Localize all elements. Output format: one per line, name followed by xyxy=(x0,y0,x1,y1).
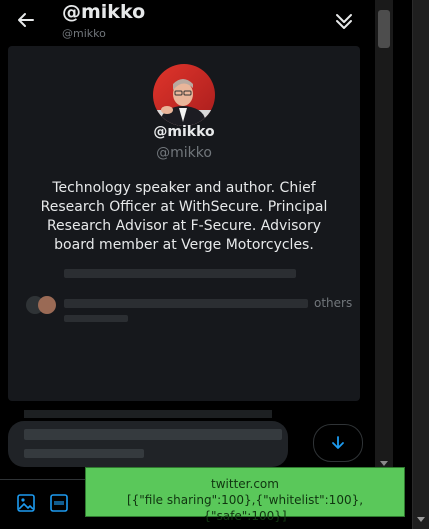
notification-host: twitter.com xyxy=(211,477,279,491)
profile-name[interactable]: @mikko xyxy=(8,124,360,140)
scrollbar-thumb[interactable] xyxy=(378,10,390,48)
follower-avatar xyxy=(38,296,56,314)
page-scroll-down-arrow-icon[interactable] xyxy=(417,517,425,522)
gif-icon[interactable] xyxy=(48,492,70,514)
collapse-panel-button[interactable] xyxy=(332,10,356,34)
page-scrollbar[interactable] xyxy=(412,0,429,529)
profile-handle: @mikko xyxy=(156,145,212,161)
redacted-draft-text xyxy=(24,429,282,440)
conversation-header: @mikko @mikko xyxy=(0,0,375,46)
panel-scrollbar[interactable] xyxy=(375,0,393,471)
scroll-to-bottom-button[interactable] xyxy=(313,424,363,462)
message-composer[interactable] xyxy=(8,421,288,467)
followers-others-label: others xyxy=(314,296,353,310)
redacted-joined-info xyxy=(64,269,296,278)
notification-details: [{"file sharing":100},{"whitelist":100},… xyxy=(126,493,364,523)
redacted-followers-text xyxy=(64,299,308,308)
arrow-left-icon xyxy=(18,13,34,27)
conversation-title: @mikko xyxy=(62,1,146,23)
avatar[interactable] xyxy=(153,64,215,126)
profile-bio: Technology speaker and author. Chief Res… xyxy=(40,180,328,253)
scroll-down-arrow-icon[interactable] xyxy=(380,461,388,466)
image-icon[interactable] xyxy=(15,492,37,514)
redacted-message-preview xyxy=(24,410,272,418)
dm-conversation-panel: @mikko @mikko @mikko @mikko Technology s… xyxy=(0,0,375,529)
profile-photo xyxy=(153,64,215,126)
extension-notification: twitter.com [{"file sharing":100},{"whit… xyxy=(85,467,405,523)
followed-by-row[interactable]: others xyxy=(22,294,352,322)
conversation-handle: @mikko xyxy=(62,27,106,40)
profile-card[interactable]: @mikko @mikko Technology speaker and aut… xyxy=(8,46,360,401)
page-gutter xyxy=(393,0,412,529)
double-chevron-down-icon xyxy=(336,14,352,29)
arrow-down-icon xyxy=(332,436,344,449)
redacted-draft-text xyxy=(24,449,144,458)
redacted-followers-text xyxy=(64,315,128,322)
back-button[interactable] xyxy=(12,6,40,34)
